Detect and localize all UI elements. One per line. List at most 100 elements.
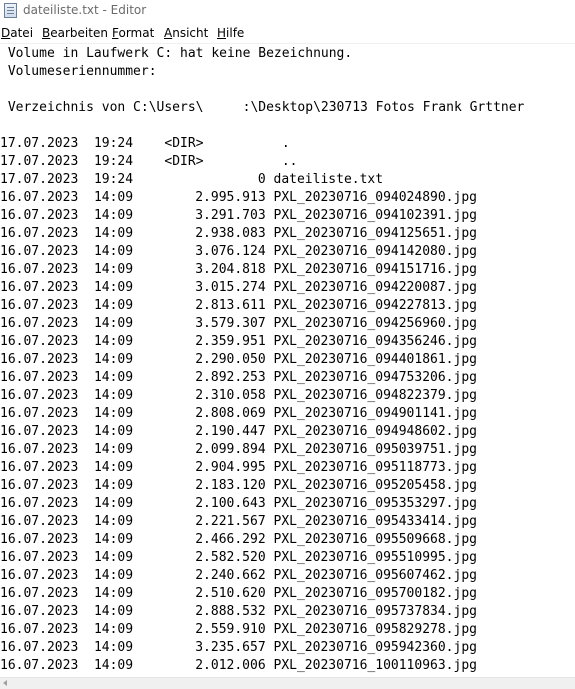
entry-time: 14:09 [93,496,134,511]
entry-gap [78,424,94,439]
entry-gap [78,262,94,277]
entry-date: 16.07.2023 [0,586,79,601]
file-entry-row: 16.07.2023 14:09 3.291.703 PXL_20230716_0… [0,207,477,225]
entry-size: <DIR> [164,136,204,151]
entry-size: 3.204.818 [195,262,266,277]
entry-name: PXL_20230716_095700182.jpg [273,586,478,601]
entry-time: 14:09 [93,622,134,637]
entry-name: PXL_20230716_095118773.jpg [273,460,478,475]
entry-time: 19:24 [93,136,134,151]
entry-name: PXL_20230716_095737834.jpg [273,604,478,619]
entry-name: PXL_20230716_094227813.jpg [273,298,478,313]
entry-time: 14:09 [93,262,134,277]
menu-bearbeiten[interactable]: Bearbeiten [42,26,108,40]
entry-gap [266,622,274,637]
menu-hilfe-rest: ilfe [226,26,245,40]
file-entry-row: 16.07.2023 14:09 3.076.124 PXL_20230716_0… [0,243,477,261]
entry-gap [266,298,274,313]
entry-date: 16.07.2023 [0,442,79,457]
entry-time: 14:09 [93,424,134,439]
entry-date: 16.07.2023 [0,460,79,475]
scroll-left-arrow-icon[interactable] [3,680,7,686]
entry-date: 16.07.2023 [0,262,79,277]
menu-format[interactable]: Format [112,26,154,40]
file-entry-row: 16.07.2023 14:09 2.359.951 PXL_20230716_0… [0,333,477,351]
entry-gap [78,208,94,223]
entry-gap [266,172,274,187]
entry-size: 3.291.703 [195,208,266,223]
entry-gap [204,154,282,169]
entry-date: 16.07.2023 [0,658,79,673]
entry-time: 14:09 [93,370,134,385]
entry-name: PXL_20230716_095205458.jpg [273,478,478,493]
entry-gap [266,460,274,475]
entry-time: 14:09 [93,316,134,331]
entry-size: 3.015.274 [195,280,266,295]
entry-time: 14:09 [93,532,134,547]
entry-gap [78,172,94,187]
file-entry-row: 16.07.2023 14:09 2.099.894 PXL_20230716_0… [0,441,477,459]
file-entry-row: 16.07.2023 14:09 2.183.120 PXL_20230716_0… [0,477,477,495]
entry-size: 2.221.567 [195,514,266,529]
notepad-icon [4,3,17,18]
entry-time: 14:09 [93,388,134,403]
entry-gap [266,352,274,367]
entry-gap [266,280,274,295]
entry-name: PXL_20230716_094151716.jpg [273,262,478,277]
menu-hilfe[interactable]: Hilfe [217,26,244,40]
entry-date: 16.07.2023 [0,298,79,313]
entry-gap [78,604,94,619]
entry-gap [78,622,94,637]
entry-gap [133,154,164,169]
entry-size: 2.808.069 [195,406,266,421]
menu-datei[interactable]: Datei [1,26,33,40]
menu-bearbeiten-rest: earbeiten [50,26,108,40]
horizontal-scrollbar[interactable] [0,677,575,689]
entry-time: 14:09 [93,442,134,457]
entry-time: 14:09 [93,298,134,313]
entry-size: 2.012.006 [195,658,266,673]
entry-size: 2.904.995 [195,460,266,475]
entry-size: 2.183.120 [195,478,266,493]
entry-name: dateiliste.txt [273,172,384,187]
entry-date: 16.07.2023 [0,226,79,241]
entry-gap [266,586,274,601]
entry-name: PXL_20230716_094142080.jpg [273,244,478,259]
file-entry-row: 16.07.2023 14:09 3.015.274 PXL_20230716_0… [0,279,477,297]
entry-gap [78,226,94,241]
entry-time: 19:24 [93,172,134,187]
text-editor-area[interactable]: Volume in Laufwerk C: hat keine Bezeichn… [0,44,575,677]
entry-gap [266,262,274,277]
title-bar[interactable]: dateiliste.txt - Editor [0,0,575,22]
entry-gap [266,550,274,565]
entry-name: PXL_20230716_095509668.jpg [273,532,478,547]
entry-date: 16.07.2023 [0,208,79,223]
entry-gap [78,532,94,547]
entry-name: PXL_20230716_094125651.jpg [273,226,478,241]
entry-gap [78,460,94,475]
header-line: Volume in Laufwerk C: hat keine Bezeichn… [0,46,353,61]
entry-gap [78,514,94,529]
file-entry-row: 16.07.2023 14:09 2.582.520 PXL_20230716_0… [0,549,477,567]
entry-time: 14:09 [93,514,134,529]
entry-time: 14:09 [93,460,134,475]
entry-time: 14:09 [93,244,134,259]
entry-date: 16.07.2023 [0,352,79,367]
menu-ansicht[interactable]: Ansicht [164,26,208,40]
entry-gap [78,136,94,151]
menu-datei-accel: D [1,26,11,40]
entry-date: 16.07.2023 [0,532,79,547]
entry-name: PXL_20230716_095829278.jpg [273,622,478,637]
entry-gap [78,388,94,403]
entry-gap [266,658,274,673]
notepad-window: dateiliste.txt - Editor Datei Bearbeiten… [0,0,575,689]
entry-date: 16.07.2023 [0,604,79,619]
entry-gap [78,568,94,583]
entry-gap [266,424,274,439]
entry-gap [78,586,94,601]
entry-time: 14:09 [93,658,134,673]
entry-name: PXL_20230716_094102391.jpg [273,208,478,223]
entry-gap [78,550,94,565]
entry-name: . [281,136,290,151]
menu-ansicht-accel: A [164,26,173,40]
